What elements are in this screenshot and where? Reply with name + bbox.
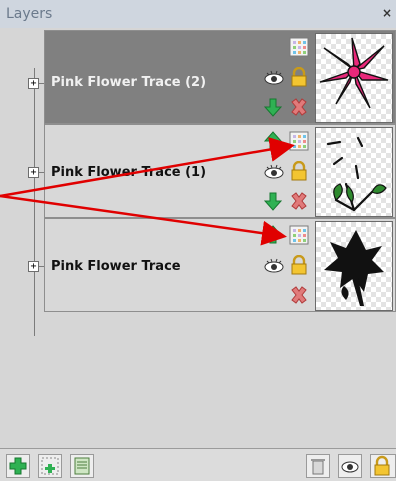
grid-icon[interactable] — [289, 225, 309, 245]
eye-icon[interactable] — [263, 67, 284, 87]
layer-thumbnail-black-flower — [315, 221, 393, 311]
layer-row-pink-flower-trace-1[interactable]: Pink Flower Trace (1) — [44, 124, 396, 218]
move-up-arrow-icon[interactable] — [263, 225, 283, 245]
grid-icon[interactable] — [289, 131, 309, 151]
layer-row-pink-flower-trace[interactable]: Pink Flower Trace — [44, 218, 396, 312]
move-down-arrow-icon[interactable] — [263, 97, 283, 117]
padlock-icon[interactable] — [289, 254, 309, 275]
layers-bottom-toolbar — [0, 448, 396, 481]
delete-x-icon[interactable] — [289, 97, 309, 117]
expand-toggle-layer-0[interactable]: + — [28, 261, 39, 272]
expand-toggle-layer-1[interactable]: + — [28, 167, 39, 178]
tree-connector-line — [34, 68, 35, 336]
layer-name: Pink Flower Trace (1) — [51, 165, 207, 180]
delete-x-icon[interactable] — [289, 191, 309, 211]
grid-icon[interactable] — [289, 37, 309, 57]
layer-name: Pink Flower Trace — [51, 259, 181, 274]
move-down-arrow-icon[interactable] — [263, 191, 283, 211]
delete-x-icon[interactable] — [289, 285, 309, 305]
padlock-icon[interactable] — [289, 66, 309, 87]
trash-button[interactable] — [306, 454, 330, 478]
eye-toggle-button[interactable] — [338, 454, 362, 478]
layer-name: Pink Flower Trace (2) — [51, 75, 207, 90]
eye-icon[interactable] — [263, 161, 284, 181]
panel-titlebar: Layers × — [0, 0, 396, 29]
layer-properties-button[interactable] — [70, 454, 94, 478]
panel-close-icon[interactable]: × — [382, 6, 392, 20]
padlock-icon[interactable] — [289, 160, 309, 181]
layer-row-pink-flower-trace-2[interactable]: Pink Flower Trace (2) — [44, 30, 396, 124]
expand-toggle-layer-2[interactable]: + — [28, 78, 39, 89]
add-child-layer-button[interactable] — [38, 454, 62, 478]
move-up-arrow-icon[interactable] — [263, 131, 283, 151]
layer-thumbnail-pink-flower — [315, 33, 393, 123]
layers-panel: Layers × + Pink Flower Trace (2) + Pink … — [0, 0, 396, 481]
panel-title: Layers — [6, 6, 53, 22]
add-layer-button[interactable] — [6, 454, 30, 478]
layer-list: + Pink Flower Trace (2) + Pink Flower Tr… — [0, 28, 396, 448]
eye-icon[interactable] — [263, 255, 284, 275]
lock-toggle-button[interactable] — [370, 454, 396, 478]
layer-thumbnail-flower-sketch — [315, 127, 393, 217]
